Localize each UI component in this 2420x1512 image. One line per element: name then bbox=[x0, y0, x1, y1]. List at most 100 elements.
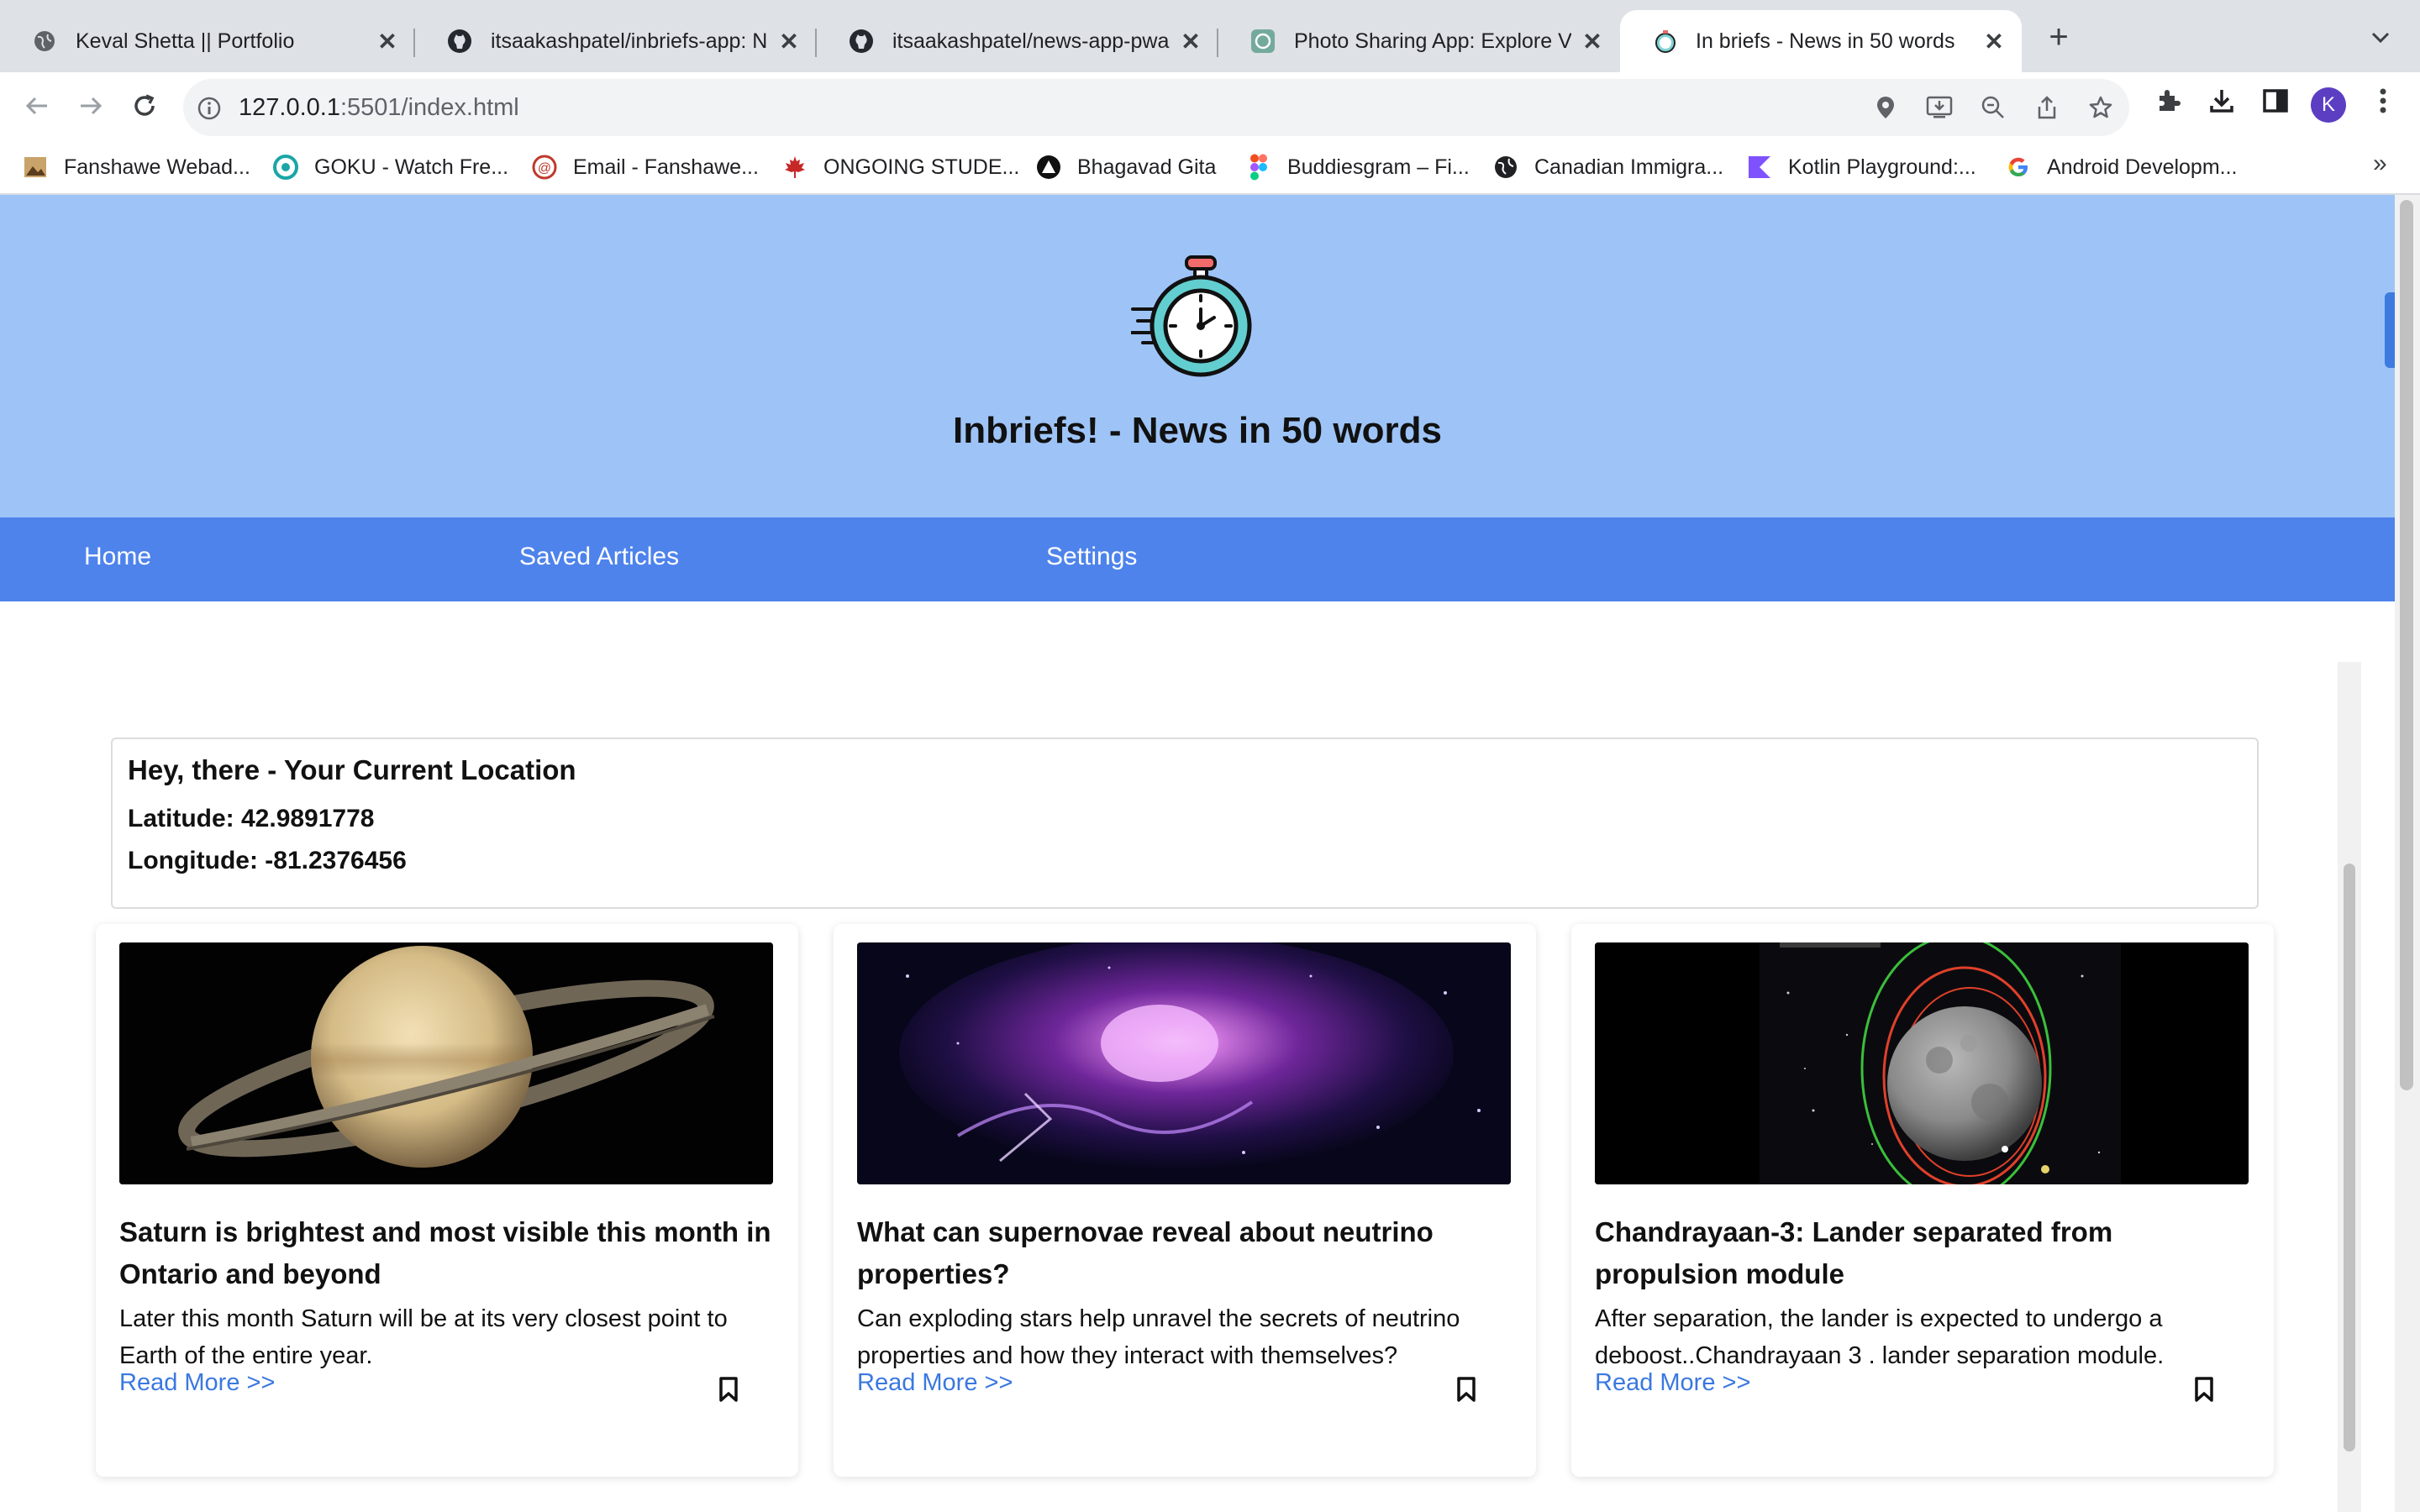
bookmarks-overflow-button[interactable]: » bbox=[2373, 150, 2387, 178]
nav-saved-articles[interactable]: Saved Articles bbox=[519, 543, 679, 571]
tab-photo-sharing[interactable]: Photo Sharing App: Explore Vis ✕ bbox=[1218, 10, 1620, 72]
side-edge-handle[interactable] bbox=[2385, 292, 2395, 368]
location-heading: Hey, there - Your Current Location bbox=[128, 754, 576, 785]
share-icon[interactable] bbox=[2033, 94, 2060, 121]
read-more-link[interactable]: Read More >> bbox=[119, 1369, 275, 1397]
latitude-text: Latitude: 42.9891778 bbox=[128, 805, 375, 832]
bookmark-label: Bhagavad Gita bbox=[1077, 155, 1217, 179]
page-scrollbar[interactable] bbox=[2395, 195, 2420, 1512]
tab-title: itsaakashpatel/inbriefs-app: Ne bbox=[491, 29, 768, 53]
bookmark-item[interactable]: GOKU - Watch Fre... bbox=[272, 153, 508, 181]
kotlin-icon bbox=[1746, 154, 1773, 181]
bookmark-label: Email - Fanshawe... bbox=[573, 155, 759, 179]
stopwatch-icon bbox=[1652, 29, 1677, 54]
back-arrow-icon[interactable] bbox=[20, 89, 54, 123]
bookmark-icon[interactable] bbox=[1454, 1374, 1479, 1404]
downloads-icon[interactable] bbox=[2207, 86, 2237, 116]
browser-toolbar: 127.0.0.1:5501/index.html bbox=[0, 72, 2420, 139]
web-page: Inbriefs! - News in 50 words Home Saved … bbox=[0, 195, 2395, 1512]
bookmark-item[interactable]: Buddiesgram – Fi... bbox=[1245, 153, 1470, 181]
longitude-text: Longitude: -81.2376456 bbox=[128, 847, 407, 874]
chatgpt-icon bbox=[1250, 29, 1276, 54]
bookmark-label: Canadian Immigra... bbox=[1534, 155, 1724, 179]
article-card-saturn: Saturn is brightest and most visible thi… bbox=[96, 924, 798, 1477]
install-app-icon[interactable] bbox=[1926, 94, 1953, 121]
close-tab-icon[interactable]: ✕ bbox=[375, 29, 400, 55]
bookmark-item[interactable]: Fanshawe Webad... bbox=[22, 153, 250, 181]
kebab-menu-icon[interactable] bbox=[2368, 86, 2398, 116]
tab-title: Keval Shetta || Portfolio bbox=[76, 29, 295, 53]
close-tab-icon[interactable]: ✕ bbox=[1981, 29, 2007, 55]
bookmark-item[interactable]: @ Email - Fanshawe... bbox=[531, 153, 759, 181]
location-pin-icon[interactable] bbox=[1872, 94, 1899, 121]
read-more-link[interactable]: Read More >> bbox=[1595, 1369, 1750, 1397]
forward-arrow-icon[interactable] bbox=[74, 89, 108, 123]
close-tab-icon[interactable]: ✕ bbox=[1178, 29, 1203, 55]
article-title[interactable]: What can supernovae reveal about neutrin… bbox=[857, 1211, 1512, 1295]
content-scrollbar[interactable] bbox=[2338, 662, 2361, 1512]
extensions-icon[interactable] bbox=[2153, 86, 2183, 116]
chevron-down-icon[interactable] bbox=[2368, 25, 2393, 50]
nav-settings[interactable]: Settings bbox=[1046, 543, 1137, 571]
url-text: 127.0.0.1:5501/index.html bbox=[239, 94, 519, 122]
tab-inbriefs-active[interactable]: In briefs - News in 50 words ✕ bbox=[1620, 10, 2022, 72]
globe-icon bbox=[32, 29, 57, 54]
bookmark-label: ONGOING STUDE... bbox=[823, 155, 1020, 179]
article-card-supernova: What can supernovae reveal about neutrin… bbox=[834, 924, 1536, 1477]
bookmark-icon[interactable] bbox=[2191, 1374, 2217, 1404]
tab-title: In briefs - News in 50 words bbox=[1696, 29, 1955, 53]
github-icon bbox=[849, 29, 874, 54]
star-bookmark-icon[interactable] bbox=[2087, 94, 2114, 121]
article-description: Later this month Saturn will be at its v… bbox=[119, 1305, 728, 1369]
reload-icon[interactable] bbox=[128, 89, 161, 123]
zoom-out-icon[interactable] bbox=[1980, 94, 2007, 121]
globe-icon bbox=[1492, 154, 1519, 181]
read-more-link[interactable]: Read More >> bbox=[857, 1369, 1013, 1397]
app-title: Inbriefs! - News in 50 words bbox=[953, 410, 1442, 451]
nav-home[interactable]: Home bbox=[84, 543, 151, 571]
article-title[interactable]: Chandrayaan-3: Lander separated from pro… bbox=[1595, 1211, 2250, 1295]
google-icon bbox=[2005, 154, 2032, 181]
tab-news-app-repo[interactable]: itsaakashpatel/news-app-pwa: ✕ bbox=[817, 10, 1218, 72]
bookmark-item[interactable]: Kotlin Playground:... bbox=[1746, 153, 1976, 181]
bookmark-icon[interactable] bbox=[716, 1374, 741, 1404]
profile-avatar[interactable]: K bbox=[2311, 87, 2346, 123]
bookmark-label: Fanshawe Webad... bbox=[64, 155, 250, 179]
bookmark-label: Buddiesgram – Fi... bbox=[1287, 155, 1470, 179]
url-host: 127.0.0.1 bbox=[239, 94, 340, 121]
address-bar[interactable]: 127.0.0.1:5501/index.html bbox=[183, 79, 2129, 136]
circle-logo-icon bbox=[272, 154, 299, 181]
triangle-logo-icon bbox=[1035, 154, 1062, 181]
bookmark-label: GOKU - Watch Fre... bbox=[314, 155, 509, 179]
article-title[interactable]: Saturn is brightest and most visible thi… bbox=[119, 1211, 775, 1295]
new-tab-button[interactable]: + bbox=[2042, 18, 2075, 55]
app-header: Inbriefs! - News in 50 words bbox=[0, 195, 2395, 517]
url-path: :5501/index.html bbox=[339, 94, 519, 121]
site-info-icon[interactable] bbox=[197, 96, 222, 121]
moon-orbit-image bbox=[1595, 942, 2249, 1184]
tab-portfolio[interactable]: Keval Shetta || Portfolio ✕ bbox=[0, 10, 415, 72]
tab-title: Photo Sharing App: Explore Vis bbox=[1294, 29, 1571, 53]
svg-text:@: @ bbox=[538, 161, 551, 176]
content-scrollbar-thumb[interactable] bbox=[2344, 864, 2355, 1452]
tab-inbriefs-repo[interactable]: itsaakashpatel/inbriefs-app: Ne ✕ bbox=[415, 10, 817, 72]
bookmark-label: Kotlin Playground:... bbox=[1788, 155, 1976, 179]
article-description: Can exploding stars help unravel the sec… bbox=[857, 1305, 1460, 1369]
mail-icon: @ bbox=[531, 154, 558, 181]
figma-icon bbox=[1245, 154, 1272, 181]
bookmark-item[interactable]: ONGOING STUDE... bbox=[781, 153, 1019, 181]
close-tab-icon[interactable]: ✕ bbox=[1580, 29, 1605, 55]
tab-strip: Keval Shetta || Portfolio ✕ itsaakashpat… bbox=[0, 0, 2420, 72]
image-icon bbox=[22, 154, 49, 181]
bookmark-label: Android Developm... bbox=[2047, 155, 2238, 179]
stopwatch-logo-icon bbox=[1129, 255, 1265, 381]
bookmark-item[interactable]: Canadian Immigra... bbox=[1492, 153, 1723, 181]
main-nav: Home Saved Articles Settings bbox=[0, 517, 2395, 601]
saturn-image bbox=[119, 942, 773, 1184]
side-panel-icon[interactable] bbox=[2260, 86, 2291, 116]
bookmarks-bar: Fanshawe Webad... GOKU - Watch Fre... @ … bbox=[0, 139, 2420, 195]
bookmark-item[interactable]: Bhagavad Gita bbox=[1035, 153, 1216, 181]
bookmark-item[interactable]: Android Developm... bbox=[2005, 153, 2238, 181]
page-scrollbar-thumb[interactable] bbox=[2400, 200, 2413, 1090]
close-tab-icon[interactable]: ✕ bbox=[776, 29, 802, 55]
